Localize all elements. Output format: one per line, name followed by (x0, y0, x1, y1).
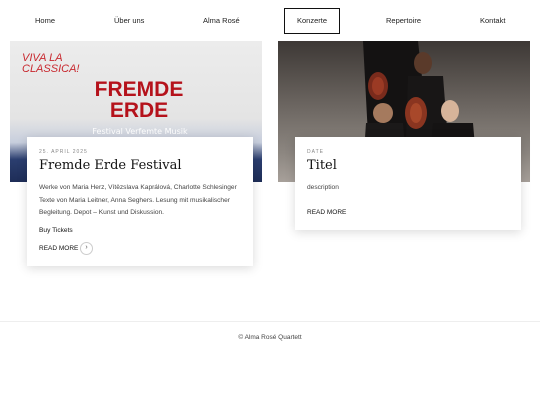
nav-item-kontakt[interactable]: Kontakt (480, 9, 505, 33)
nav-item-konzerte[interactable]: Konzerte (284, 8, 341, 34)
concert-title[interactable]: Fremde Erde Festival (39, 158, 182, 173)
concert-date: 25. APRIL 2025 (39, 149, 88, 155)
footer-copyright: © Alma Rosé Quartett (238, 334, 302, 341)
viva-la-classica-text: VIVA LA CLASSICA! (22, 52, 80, 75)
nav-item-alma-rose[interactable]: Alma Rosé (203, 9, 240, 33)
footer-divider (0, 321, 540, 322)
main-nav: Home Über uns Alma Rosé Konzerte Reperto… (0, 0, 540, 40)
nav-item-repertoire[interactable]: Repertoire (386, 9, 421, 33)
concert-description: Werke von Maria Herz, Vítězslava Kaprálo… (39, 184, 237, 216)
concert-date: DATE (307, 149, 324, 155)
concert-title[interactable]: Titel (307, 158, 337, 173)
festival-subtitle: Festival Verfemte Musik (92, 127, 188, 136)
read-more-link[interactable]: READ MORE (307, 209, 346, 216)
concert-description: description (307, 184, 339, 191)
read-more-link[interactable]: READ MORE (39, 245, 78, 252)
chevron-right-icon[interactable]: › (80, 242, 93, 255)
fremde-erde-heading: FREMDE ERDE (94, 78, 184, 122)
nav-item-ueber-uns[interactable]: Über uns (114, 9, 144, 33)
concert-card-fremde-erde: 25. APRIL 2025 Fremde Erde Festival Werk… (27, 137, 253, 266)
concert-card-placeholder: DATE Titel description READ MORE (295, 137, 521, 230)
buy-tickets-link[interactable]: Buy Tickets (39, 227, 73, 234)
nav-item-home[interactable]: Home (35, 9, 55, 33)
